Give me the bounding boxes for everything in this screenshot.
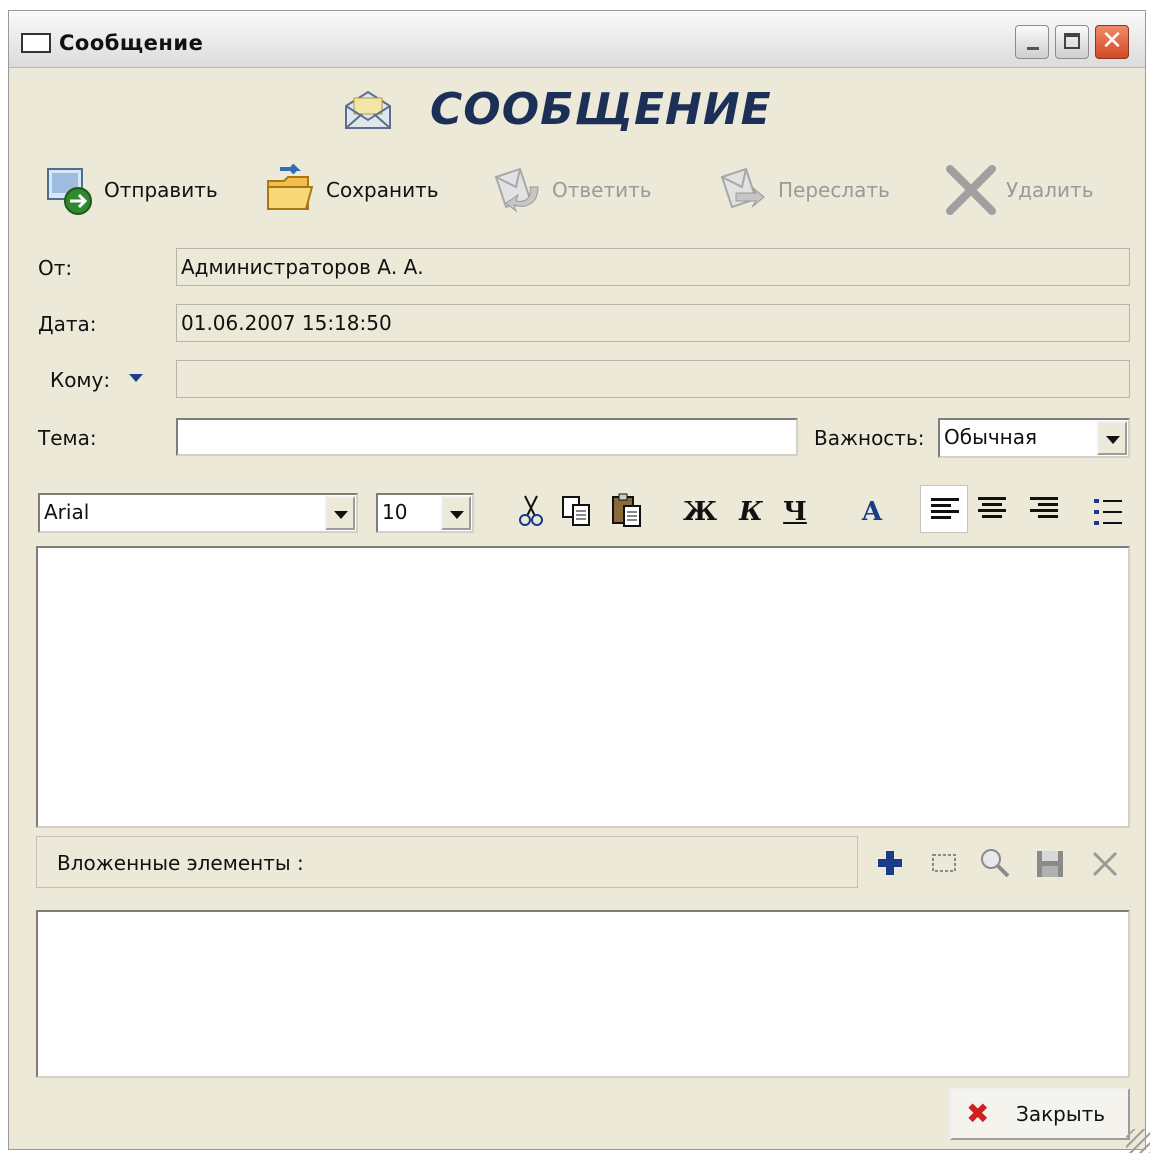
importance-value: Обычная: [944, 425, 1038, 449]
title-bar[interactable]: Сообщение ✕: [9, 11, 1145, 68]
align-center-button[interactable]: [978, 497, 1008, 527]
font-size-value: 10: [382, 500, 408, 524]
resize-grip[interactable]: [1126, 1129, 1150, 1153]
delete-label: Удалить: [1006, 178, 1094, 202]
font-value: Arial: [44, 500, 90, 524]
copy-icon[interactable]: [560, 494, 594, 528]
close-button[interactable]: ✖ Закрыть: [950, 1088, 1130, 1140]
save-label: Сохранить: [326, 178, 439, 202]
font-size-dropdown-button[interactable]: [441, 496, 471, 530]
align-right-button[interactable]: [1030, 497, 1060, 527]
italic-button[interactable]: К: [734, 492, 768, 532]
align-center-icon: [978, 497, 1006, 521]
send-icon: [47, 168, 92, 215]
paste-icon[interactable]: [610, 492, 644, 528]
from-field: Администраторов А. А.: [176, 248, 1130, 286]
forward-label: Переслать: [778, 178, 890, 202]
forward-icon: [720, 167, 765, 209]
to-label[interactable]: Кому:: [50, 368, 110, 392]
send-button[interactable]: Отправить: [42, 160, 218, 220]
align-left-icon: [931, 498, 959, 522]
add-attachment-icon[interactable]: [876, 849, 904, 877]
envelope-icon: [345, 90, 391, 129]
delete-button[interactable]: Удалить: [944, 160, 1094, 220]
folder-save-icon: [267, 163, 314, 210]
date-label: Дата:: [38, 312, 97, 336]
delete-attachment-icon[interactable]: [1090, 849, 1120, 879]
to-field[interactable]: [176, 360, 1130, 398]
bullet-list-icon[interactable]: [1092, 496, 1124, 528]
save-button[interactable]: Сохранить: [264, 160, 439, 220]
window-title: Сообщение: [59, 31, 204, 55]
save-attachment-icon[interactable]: [1034, 848, 1066, 880]
importance-label: Важность:: [814, 426, 925, 450]
importance-dropdown-button[interactable]: [1097, 421, 1127, 455]
close-x-icon: ✖: [966, 1097, 990, 1130]
select-attachment-icon[interactable]: [930, 850, 958, 876]
minimize-button[interactable]: [1015, 25, 1049, 59]
view-attachment-icon[interactable]: [978, 846, 1012, 880]
align-left-button[interactable]: [920, 485, 968, 533]
attachments-list[interactable]: [36, 910, 1130, 1078]
attachments-label: Вложенные элементы :: [57, 851, 304, 875]
subject-input[interactable]: [176, 418, 798, 456]
from-label: От:: [38, 256, 73, 280]
maximize-button[interactable]: [1055, 25, 1089, 59]
importance-select[interactable]: Обычная: [938, 418, 1130, 458]
font-dropdown-button[interactable]: [325, 496, 355, 530]
reply-icon: [494, 167, 539, 213]
reply-button[interactable]: Ответить: [490, 160, 652, 220]
date-field: 01.06.2007 15:18:50: [176, 304, 1130, 342]
close-window-button[interactable]: ✕: [1095, 25, 1129, 59]
reply-label: Ответить: [552, 178, 652, 202]
forward-button[interactable]: Переслать: [716, 160, 890, 220]
close-label: Закрыть: [1016, 1102, 1106, 1126]
cut-icon[interactable]: [516, 494, 546, 528]
font-color-button[interactable]: A: [854, 492, 890, 532]
font-size-select[interactable]: 10: [376, 493, 474, 533]
to-dropdown-icon[interactable]: [128, 373, 144, 383]
send-label: Отправить: [104, 178, 218, 202]
subject-label: Тема:: [38, 426, 97, 450]
align-right-icon: [1030, 497, 1058, 521]
message-body-editor[interactable]: [36, 546, 1130, 828]
delete-icon: [946, 165, 996, 215]
heading-title: СООБЩЕНИЕ: [430, 84, 772, 135]
attachments-bar: Вложенные элементы :: [36, 836, 858, 888]
bold-button[interactable]: Ж: [680, 492, 720, 532]
font-select[interactable]: Arial: [38, 493, 358, 533]
window-icon: [21, 33, 51, 53]
underline-button[interactable]: Ч: [780, 492, 810, 532]
